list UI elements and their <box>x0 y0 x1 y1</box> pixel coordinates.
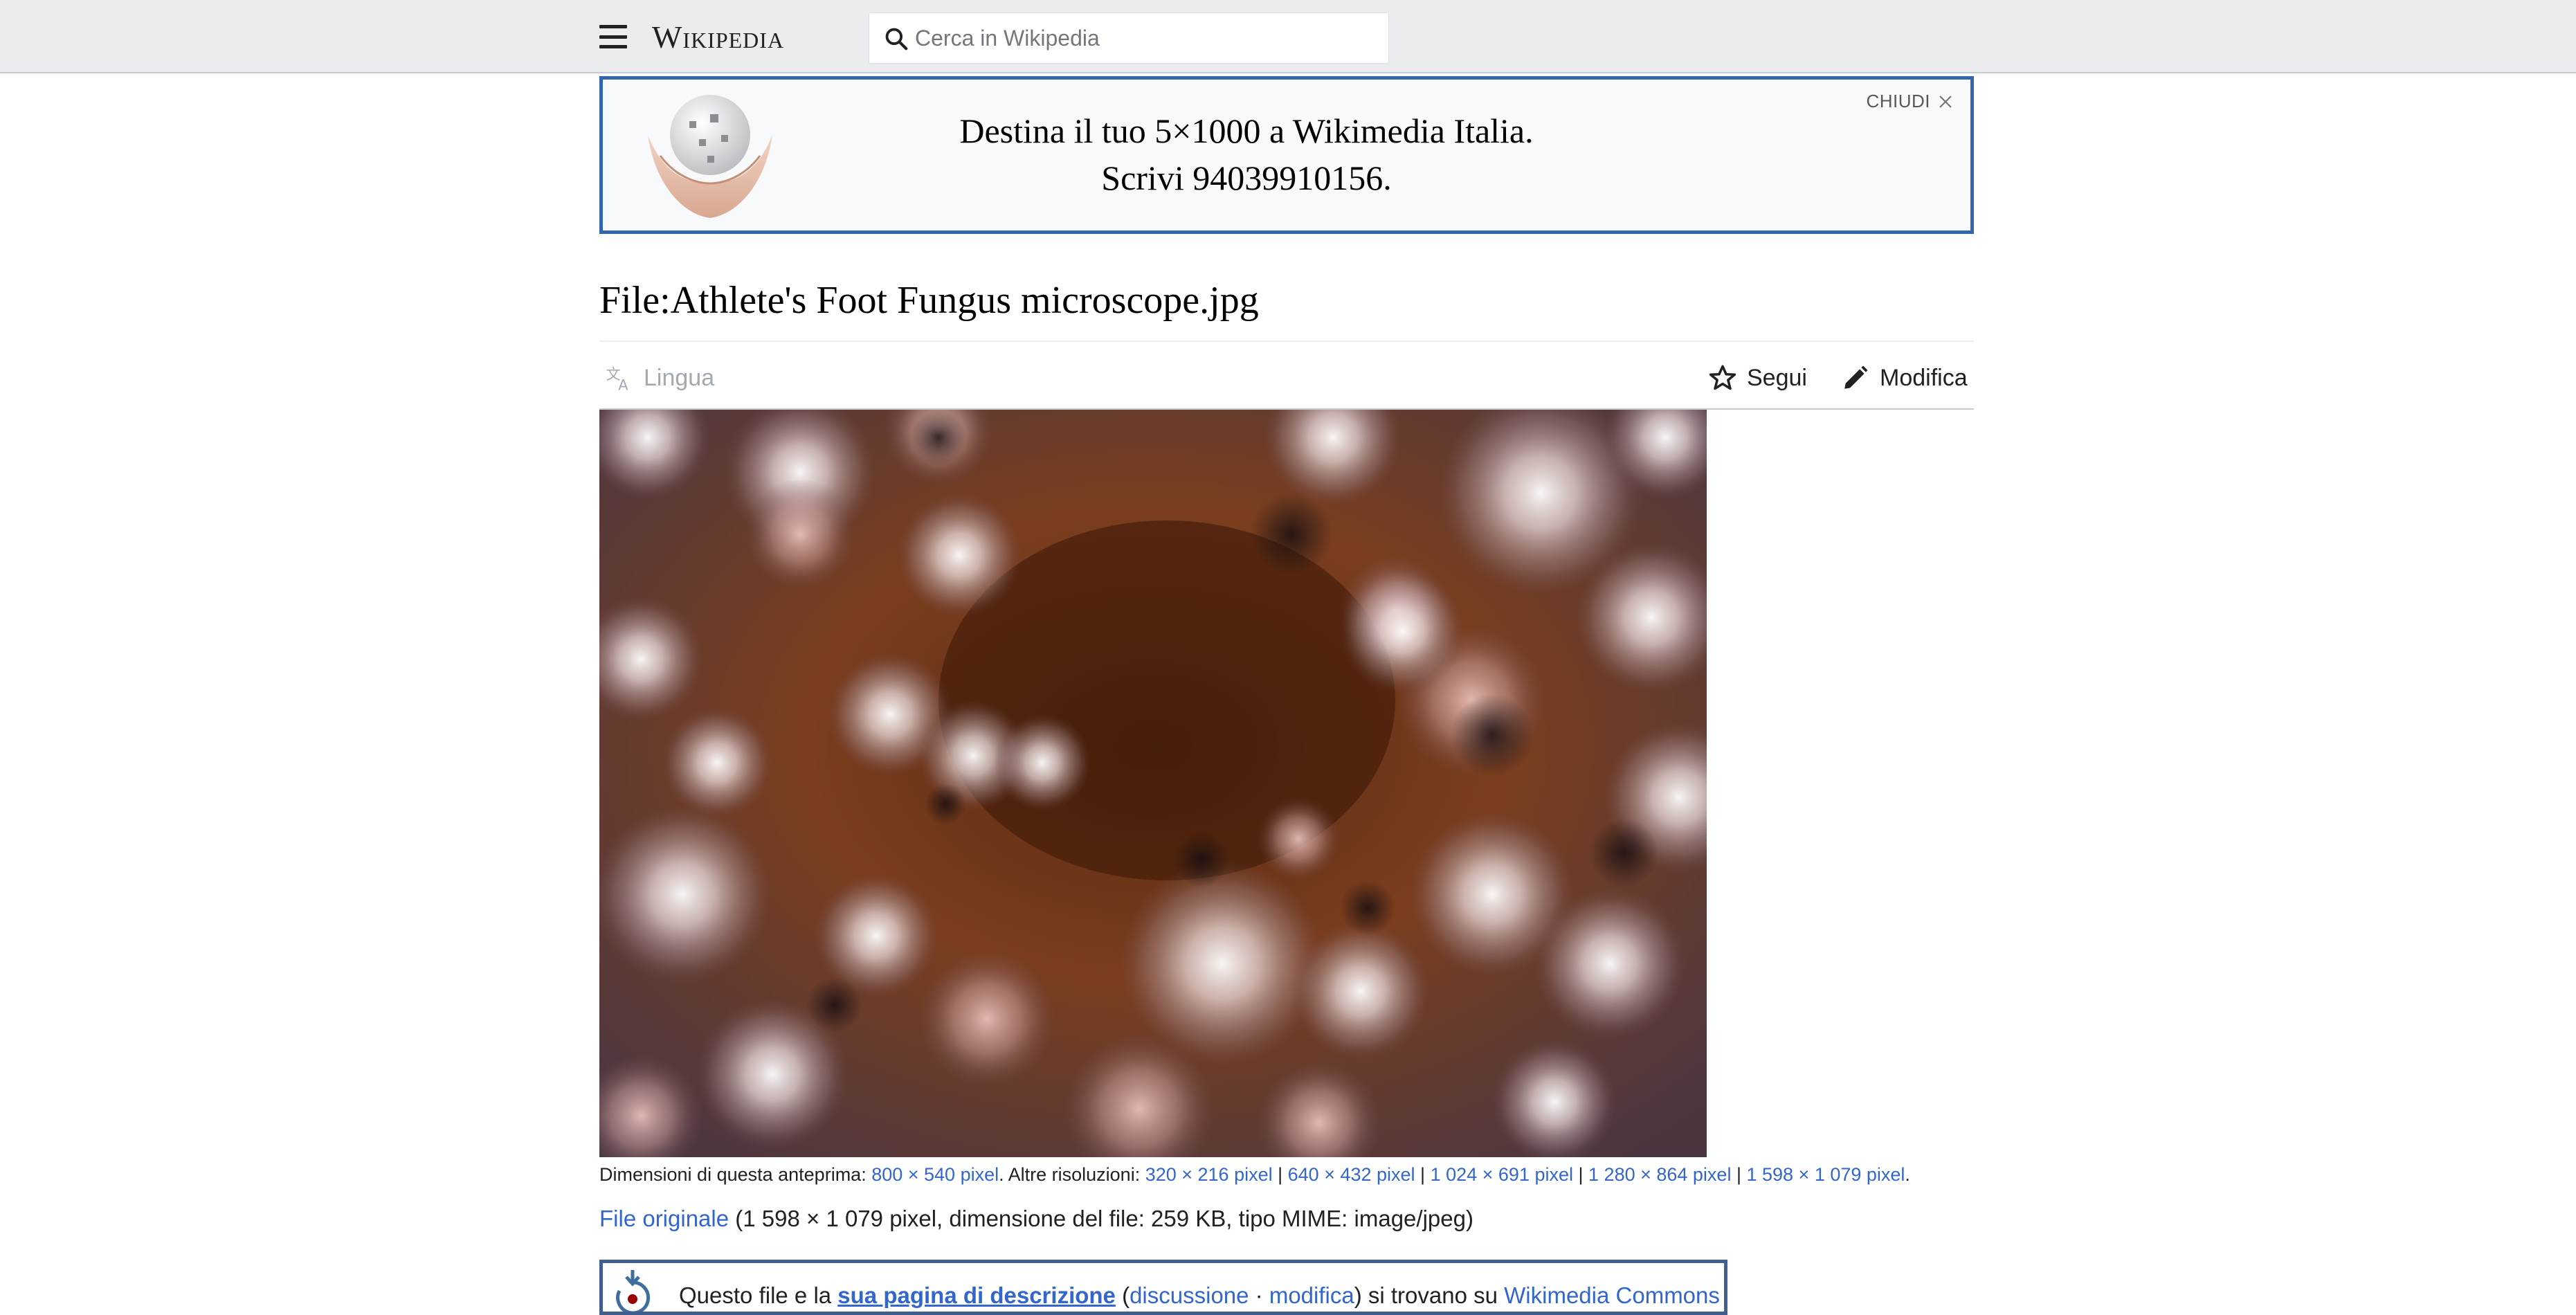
resolution-separator: | <box>1415 1164 1431 1185</box>
commons-text-mid: ) si trovano su <box>1354 1282 1505 1308</box>
wikimedia-commons-logo <box>616 1270 651 1312</box>
top-header: Wikipedia <box>0 0 2576 73</box>
search-icon <box>885 28 908 51</box>
commons-notice-box: Questo file e la sua pagina di descrizio… <box>599 1260 1727 1315</box>
search-box[interactable] <box>869 12 1389 64</box>
edit-label: Modifica <box>1880 364 1968 391</box>
preview-prefix: Dimensioni di questa anteprima: <box>599 1164 872 1185</box>
banner-line-2: Scrivi 94039910156. <box>1101 158 1392 197</box>
close-icon <box>1939 95 1952 108</box>
help-link[interactable]: (?) <box>1720 1282 1724 1308</box>
preview-dimensions: Dimensioni di questa anteprima: 800 × 54… <box>599 1163 1984 1186</box>
page-actions-toolbar: 文 A Lingua Segui Modifica <box>599 353 1974 408</box>
title-divider <box>599 341 1974 342</box>
preview-size-link[interactable]: 800 × 540 pixel <box>871 1164 999 1185</box>
banner-close-label: CHIUDI <box>1866 91 1930 111</box>
resolution-link-1280[interactable]: 1 280 × 864 pixel <box>1588 1164 1731 1185</box>
language-button[interactable]: 文 A Lingua <box>605 353 714 403</box>
resolution-link-320[interactable]: 320 × 216 pixel <box>1145 1164 1273 1185</box>
banner-close-button[interactable]: CHIUDI <box>1866 91 1954 112</box>
language-icon: 文 A <box>606 366 629 393</box>
banner-message: Destina il tuo 5×1000 a Wikimedia Italia… <box>866 107 1627 201</box>
original-file-line: File originale (1 598 × 1 079 pixel, dim… <box>599 1204 1984 1233</box>
discussion-link[interactable]: discussione <box>1130 1282 1249 1308</box>
dims-end: . <box>1905 1164 1910 1185</box>
commons-paren-open: ( <box>1115 1282 1130 1308</box>
commons-notice-text: Questo file e la sua pagina di descrizio… <box>679 1281 1724 1310</box>
resolution-separator: | <box>1731 1164 1747 1185</box>
page-title: File:Athlete's Foot Fungus microscope.jp… <box>599 279 1259 322</box>
svg-text:A: A <box>618 377 628 393</box>
resolution-separator: | <box>1272 1164 1288 1185</box>
fundraising-banner: Destina il tuo 5×1000 a Wikimedia Italia… <box>599 76 1974 234</box>
commons-text-start: Questo file e la <box>679 1282 838 1308</box>
follow-label: Segui <box>1747 364 1807 391</box>
hands-holding-globe-logo <box>648 95 772 218</box>
original-file-link[interactable]: File originale <box>599 1206 729 1231</box>
pencil-icon <box>1844 365 1868 389</box>
resolution-link-640[interactable]: 640 × 432 pixel <box>1288 1164 1415 1185</box>
wikipedia-wordmark[interactable]: Wikipedia <box>652 18 784 57</box>
wikimedia-commons-link[interactable]: Wikimedia Commons <box>1504 1282 1720 1308</box>
resolution-link-1598[interactable]: 1 598 × 1 079 pixel <box>1746 1164 1905 1185</box>
banner-line-1: Destina il tuo 5×1000 a Wikimedia Italia… <box>959 111 1534 150</box>
commons-edit-link[interactable]: modifica <box>1269 1282 1354 1308</box>
edit-button[interactable]: Modifica <box>1841 353 1968 403</box>
description-page-link[interactable]: sua pagina di descrizione <box>837 1282 1116 1308</box>
fungus-microscope-image[interactable] <box>599 410 1707 1157</box>
star-icon <box>1709 365 1736 390</box>
original-file-details: (1 598 × 1 079 pixel, dimensione del fil… <box>729 1206 1473 1231</box>
resolution-link-1024[interactable]: 1 024 × 691 pixel <box>1431 1164 1573 1185</box>
search-input[interactable] <box>915 13 1372 63</box>
other-resolutions-prefix: . Altre risoluzioni: <box>999 1164 1145 1185</box>
resolution-separator: | <box>1573 1164 1589 1185</box>
hamburger-menu-icon[interactable] <box>599 25 627 48</box>
commons-separator: · <box>1249 1282 1269 1308</box>
follow-button[interactable]: Segui <box>1708 353 1807 403</box>
language-label: Lingua <box>644 364 715 391</box>
